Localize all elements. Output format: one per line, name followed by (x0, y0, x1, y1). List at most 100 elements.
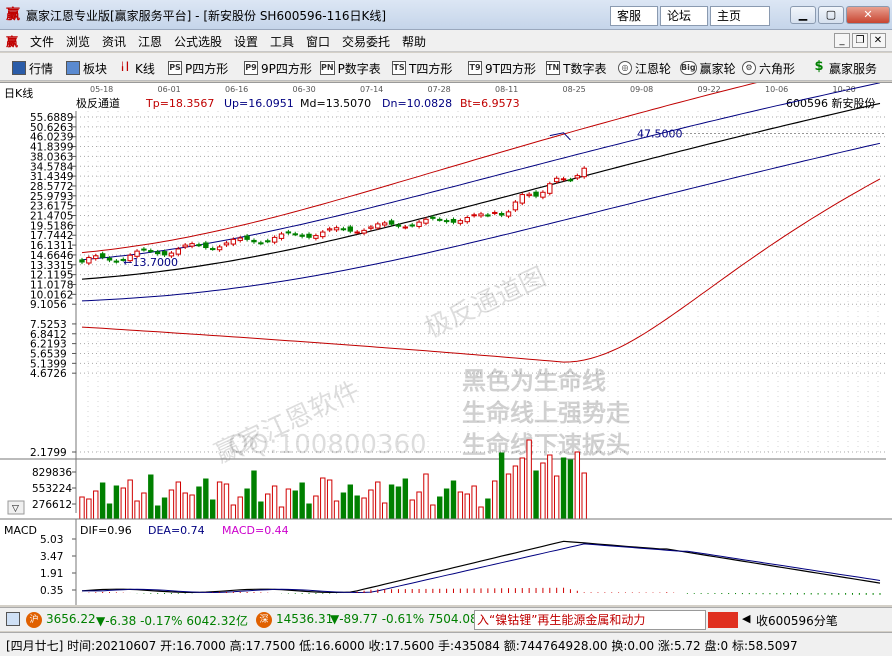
volume-bar (361, 497, 367, 520)
candle-body (141, 248, 147, 251)
dn-value: Dn=10.0828 (382, 97, 452, 110)
candle-body (271, 236, 278, 243)
volume-bar (223, 483, 230, 520)
toolbar-grid-button[interactable]: 行情 (12, 59, 53, 77)
menu-gann[interactable]: 江恩 (138, 33, 162, 50)
menu-info[interactable]: 资讯 (102, 33, 126, 50)
chart-area[interactable]: 日K线 极反通道 Tp=18.3567 Up=16.0951 Md=13.5070 Dn=… (0, 52, 892, 605)
price-tick-label: 9.1056 (30, 299, 67, 311)
candle-body (86, 257, 92, 264)
link-customer-service[interactable]: 客服 (610, 6, 658, 26)
candle-body (574, 175, 581, 179)
minimize-button[interactable]: ▁ (790, 6, 816, 24)
volume-bar (168, 489, 175, 520)
volume-bar (581, 472, 587, 520)
calculator-icon[interactable] (6, 612, 20, 626)
volume-bar (423, 473, 429, 520)
volume-bar (540, 462, 546, 520)
volume-bar (409, 499, 415, 520)
volume-bar (251, 470, 257, 520)
menu-trade[interactable]: 交易委托 (342, 33, 390, 50)
watermark-above: 生命线上强势走 (462, 399, 630, 427)
volume-bar (154, 505, 161, 520)
md-value: Md=13.5070 (300, 97, 371, 110)
mdi-close-button[interactable]: ✕ (870, 33, 886, 48)
candle-body (492, 211, 498, 214)
menu-help[interactable]: 帮助 (402, 33, 426, 50)
macd-dea-value: DEA=0.74 (148, 524, 205, 537)
toolbar-pn-button[interactable]: PN P数字表 (320, 59, 381, 77)
volume-bar (560, 457, 567, 520)
volume-bar (505, 473, 512, 520)
menu-file[interactable]: 文件 (30, 33, 54, 50)
volume-bar (478, 506, 484, 520)
date-tick-label: 05-18 (90, 85, 113, 94)
index-status-bar: 沪 3656.22 ▼-6.38 -0.17% 6042.32亿 深 14536… (0, 607, 892, 631)
volume-bar (512, 465, 519, 520)
toolbar-label: 六角形 (759, 61, 796, 76)
candle-body (443, 220, 450, 223)
volume-bar (182, 492, 188, 520)
volume-bar (533, 470, 539, 520)
toolbar-label: T四方形 (409, 61, 453, 76)
toolbar-t9-button[interactable]: T9 9T四方形 (468, 59, 536, 77)
kline-chart[interactable]: 日K线极反通道 Tp=18.3567 Up=16.0951 Md=13.5070 Dn=… (0, 52, 892, 605)
menu-window[interactable]: 窗口 (306, 33, 330, 50)
volume-bar (450, 480, 457, 520)
toolbar-candlestick-button[interactable]: ╽┃ K线 (118, 59, 155, 77)
mdi-minimize-button[interactable]: _ (834, 33, 850, 48)
toolbar-9p-button[interactable]: P9 9P四方形 (244, 59, 312, 77)
menu-browse[interactable]: 浏览 (66, 33, 90, 50)
candle-body (368, 226, 374, 229)
candle-body (354, 231, 360, 234)
candle-body (320, 231, 326, 238)
mdi-restore-button[interactable]: ❐ (852, 33, 868, 48)
menu-tools[interactable]: 工具 (270, 33, 294, 50)
menu-formula-select[interactable]: 公式选股 (174, 33, 222, 50)
volume-bar (430, 504, 436, 520)
candle-body (258, 242, 264, 245)
toolbar-ps-button[interactable]: PS P四方形 (168, 59, 228, 77)
toolbar-hexagon-button[interactable]: ⚙ 六角形 (742, 59, 795, 77)
volume-bar (416, 491, 422, 520)
toolbar-label: K线 (135, 61, 155, 76)
speaker-icon[interactable]: ◀ (742, 612, 750, 625)
candle-body (437, 218, 443, 221)
high-price-annotation: 47.5000 (637, 127, 683, 140)
menu-settings[interactable]: 设置 (234, 33, 258, 50)
toolbar-big-wheel-button[interactable]: Big 赢家轮 (680, 59, 736, 77)
blocks-icon (66, 61, 80, 75)
watermark-lifeline: 黑色为生命线 (462, 367, 606, 395)
toolbar-dollar-button[interactable]: $ 赢家服务 (812, 59, 877, 77)
volume-bar (457, 491, 464, 520)
scroll-down-icon: ▽ (12, 504, 19, 514)
volume-bar (519, 457, 525, 520)
candle-body (251, 239, 257, 243)
link-forum[interactable]: 论坛 (660, 6, 708, 26)
candle-body (361, 229, 367, 234)
link-homepage[interactable]: 主页 (710, 6, 770, 26)
volume-bar (471, 485, 477, 520)
volume-bar (498, 452, 505, 520)
price-tick-label: 4.6726 (30, 368, 67, 380)
news-ticker[interactable]: 入“镍钴锂”再生能源金属和动力 (474, 610, 706, 630)
volume-tick-label: 553224 (32, 483, 72, 495)
toolbar-ts-button[interactable]: TS T四方形 (392, 59, 452, 77)
shanghai-index-change: ▼-6.38 -0.17% 6042.32亿 (96, 614, 248, 628)
period-label: 日K线 (4, 86, 33, 100)
candle-body (402, 226, 409, 229)
date-tick-label: 09-08 (630, 85, 653, 94)
toolbar-wheel-button[interactable]: ◎ 江恩轮 (618, 59, 671, 77)
toolbar-blocks-button[interactable]: 板块 (66, 59, 107, 77)
volume-bar (120, 487, 126, 520)
volume-bar (547, 454, 553, 520)
close-button[interactable]: ✕ (846, 6, 890, 24)
maximize-button[interactable]: ▢ (818, 6, 844, 24)
candle-body (196, 244, 202, 247)
window-title: 赢家江恩专业版[赢家服务平台] - [新安股份 SH600596-116日K线] (26, 9, 387, 23)
toolbar-tn-button[interactable]: TN T数字表 (546, 59, 607, 77)
shenzhen-index-value: 14536.31 (276, 612, 334, 626)
toolbar-label: 9P四方形 (261, 61, 312, 76)
volume-bar (216, 481, 223, 520)
candle-body (148, 250, 154, 253)
